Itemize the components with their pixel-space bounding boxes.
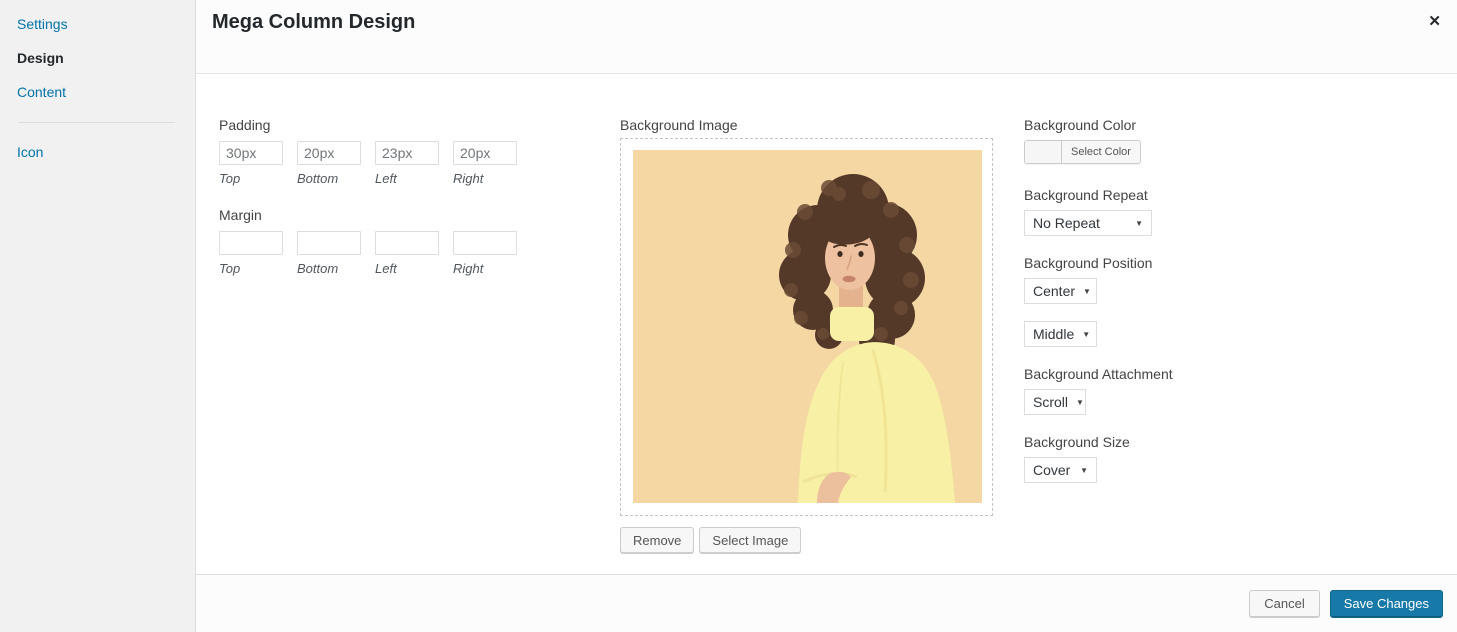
background-color-title: Background Color — [1024, 117, 1204, 133]
background-repeat-select[interactable]: No Repeat ▼ — [1024, 210, 1152, 236]
background-image-section: Background Image — [620, 117, 993, 553]
margin-top-input[interactable] — [219, 231, 283, 255]
chevron-down-icon: ▼ — [1135, 219, 1143, 228]
modal-sidebar: Settings Design Content Icon — [0, 0, 196, 632]
chevron-down-icon: ▼ — [1076, 398, 1084, 407]
margin-right-label: Right — [453, 261, 517, 276]
padding-right-input[interactable] — [453, 141, 517, 165]
modal-footer: Cancel Save Changes — [196, 574, 1457, 632]
remove-image-button[interactable]: Remove — [620, 527, 694, 553]
padding-section-title: Padding — [219, 117, 517, 133]
padding-left-label: Left — [375, 171, 439, 186]
background-image-title: Background Image — [620, 117, 993, 133]
background-size-title: Background Size — [1024, 434, 1204, 450]
sidebar-item-content[interactable]: Content — [0, 75, 195, 109]
margin-section: Margin Top Bottom Left Right — [219, 207, 517, 276]
sidebar-item-settings[interactable]: Settings — [0, 7, 195, 41]
margin-bottom-label: Bottom — [297, 261, 361, 276]
background-position-title: Background Position — [1024, 255, 1204, 271]
chevron-down-icon: ▼ — [1082, 330, 1090, 339]
background-image-preview — [633, 150, 982, 503]
background-image-dropzone[interactable] — [620, 138, 993, 516]
select-color-label: Select Color — [1062, 141, 1140, 163]
color-swatch — [1025, 141, 1062, 163]
background-repeat-title: Background Repeat — [1024, 187, 1204, 203]
padding-bottom-input[interactable] — [297, 141, 361, 165]
save-changes-button[interactable]: Save Changes — [1330, 590, 1443, 618]
close-icon[interactable]: ✕ — [1424, 10, 1445, 32]
padding-top-input[interactable] — [219, 141, 283, 165]
background-size-select[interactable]: Cover ▼ — [1024, 457, 1097, 483]
background-position-x-select[interactable]: Center ▼ — [1024, 278, 1097, 304]
select-color-button[interactable]: Select Color — [1024, 140, 1141, 164]
margin-left-label: Left — [375, 261, 439, 276]
background-attachment-value: Scroll — [1033, 394, 1068, 410]
margin-bottom-input[interactable] — [297, 231, 361, 255]
background-attachment-title: Background Attachment — [1024, 366, 1204, 382]
background-settings-column: Background Color Select Color Background… — [1024, 117, 1204, 483]
background-repeat-value: No Repeat — [1033, 215, 1100, 231]
sidebar-item-design[interactable]: Design — [0, 41, 195, 75]
margin-top-label: Top — [219, 261, 283, 276]
sidebar-divider — [18, 122, 175, 123]
modal-main: Mega Column Design ✕ Padding Top Bottom … — [196, 0, 1457, 632]
padding-bottom-label: Bottom — [297, 171, 361, 186]
margin-section-title: Margin — [219, 207, 517, 223]
background-attachment-select[interactable]: Scroll ▼ — [1024, 389, 1086, 415]
mega-column-design-modal: Settings Design Content Icon Mega Column… — [0, 0, 1457, 632]
chevron-down-icon: ▼ — [1080, 466, 1088, 475]
cancel-button[interactable]: Cancel — [1249, 590, 1319, 617]
background-position-x-value: Center — [1033, 283, 1075, 299]
sidebar-item-icon[interactable]: Icon — [0, 135, 195, 169]
padding-right-label: Right — [453, 171, 517, 186]
padding-section: Padding Top Bottom Left Right — [219, 117, 517, 186]
margin-right-input[interactable] — [453, 231, 517, 255]
modal-header: Mega Column Design ✕ — [196, 0, 1457, 74]
modal-title: Mega Column Design — [212, 11, 415, 34]
margin-left-input[interactable] — [375, 231, 439, 255]
select-image-button[interactable]: Select Image — [699, 527, 801, 553]
background-position-y-select[interactable]: Middle ▼ — [1024, 321, 1097, 347]
padding-left-input[interactable] — [375, 141, 439, 165]
padding-top-label: Top — [219, 171, 283, 186]
chevron-down-icon: ▼ — [1083, 287, 1091, 296]
background-position-y-value: Middle — [1033, 326, 1074, 342]
background-size-value: Cover — [1033, 462, 1070, 478]
